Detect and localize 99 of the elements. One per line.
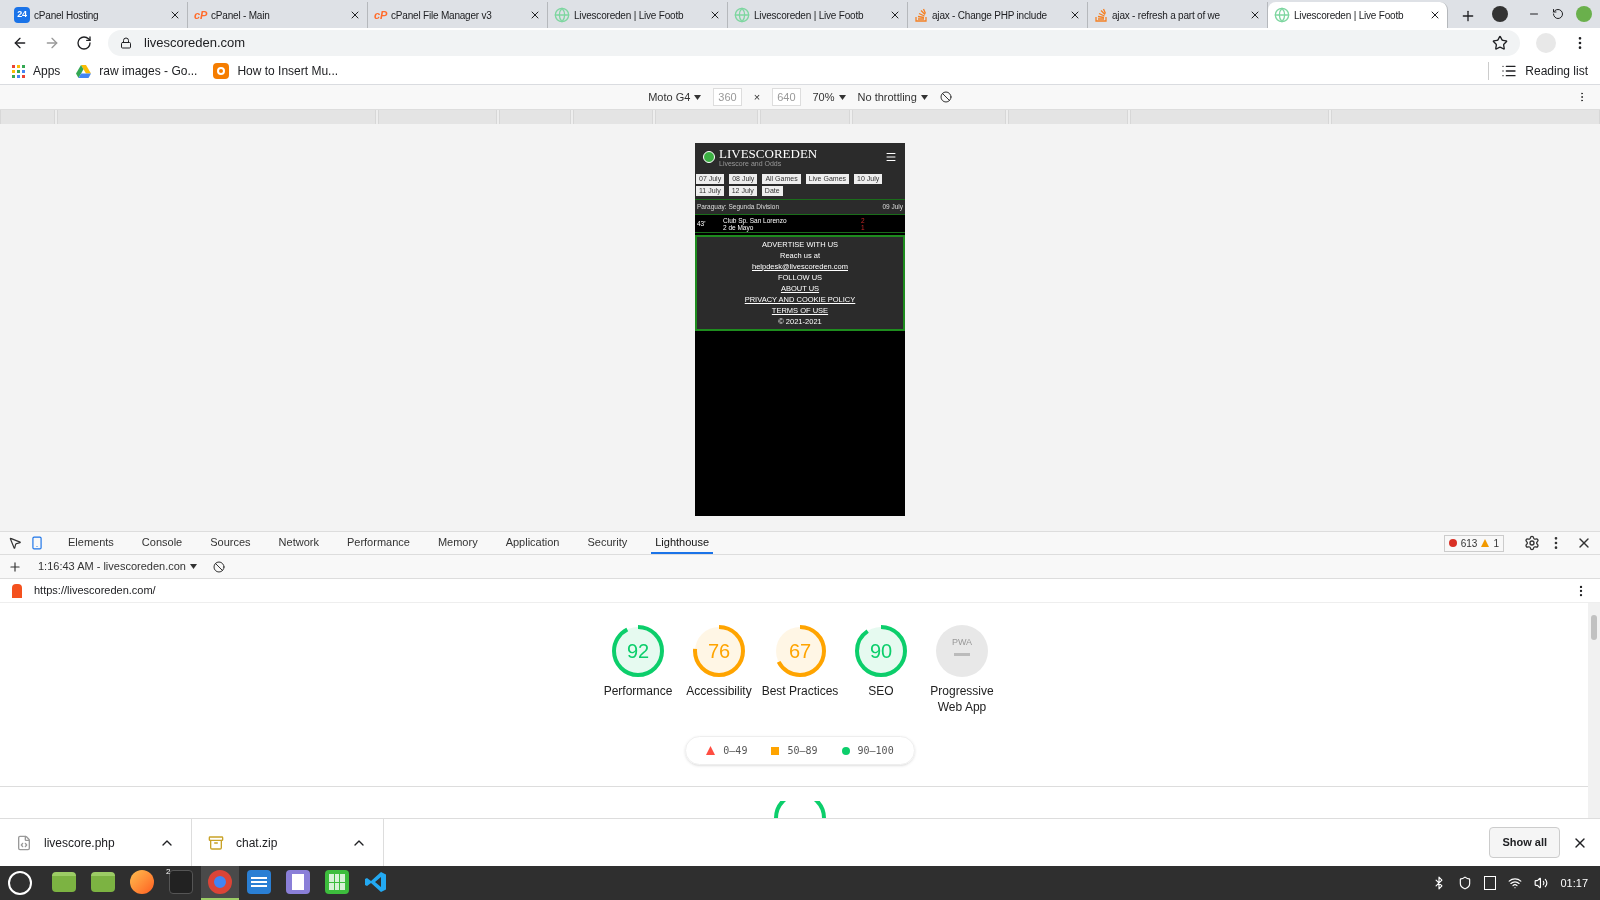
drive-icon <box>76 64 92 78</box>
category-label: Accessibility <box>686 683 752 699</box>
tab-title: Livescoreden | Live Footb <box>754 8 865 23</box>
close-icon[interactable] <box>1249 9 1261 21</box>
list-icon <box>1501 63 1518 79</box>
tab-title: ajax - refresh a part of we <box>1112 8 1221 23</box>
throttling-select[interactable]: No throttling <box>857 88 928 106</box>
reading-list-button[interactable]: Reading list <box>1488 62 1588 80</box>
report-select[interactable]: 1:16:43 AM - livescoreden.con <box>38 558 197 575</box>
device-icon[interactable] <box>30 536 44 550</box>
globe-icon <box>554 7 570 23</box>
close-icon[interactable] <box>889 9 901 21</box>
report-url: https://livescoreden.com/ <box>34 583 156 599</box>
error-icon <box>1448 539 1457 547</box>
devtools-tab[interactable]: Security <box>583 532 632 554</box>
warning-icon <box>1481 539 1490 547</box>
menu-icon[interactable] <box>885 151 897 163</box>
bookmark-item[interactable]: raw images - Go... <box>76 62 198 80</box>
issues-counter[interactable]: 613 1 <box>1443 534 1504 552</box>
forward-icon[interactable] <box>44 35 60 51</box>
blogger-icon <box>213 63 230 79</box>
legend-range: 90–100 <box>857 744 894 758</box>
devtools-tab[interactable]: Memory <box>433 532 482 554</box>
close-icon[interactable] <box>169 9 181 21</box>
warning-count: 1 <box>1493 536 1499 551</box>
gauge-arc-icon <box>773 801 827 818</box>
site-logo: LIVESCOREDEN <box>719 146 818 160</box>
globe-icon <box>734 7 750 23</box>
pwa-gauge: PWA <box>934 623 990 679</box>
caret-icon <box>190 564 197 569</box>
score-gauge: 76 <box>691 623 747 679</box>
tab-logo-icon: 24 <box>14 7 30 23</box>
score-gauge: 92 <box>610 623 666 679</box>
legend-range: 50–89 <box>787 744 818 758</box>
settings-icon[interactable] <box>1524 535 1540 551</box>
category-label: SEO <box>868 683 894 699</box>
volume-icon[interactable] <box>1534 876 1549 890</box>
address-field[interactable]: livescoreden.com <box>108 30 1520 56</box>
tab-logo-icon: cP <box>374 6 388 24</box>
add-icon[interactable] <box>8 559 22 574</box>
caret-icon <box>838 94 846 100</box>
category-label: Best Practices <box>761 683 839 699</box>
legend-range: 0–49 <box>723 744 748 758</box>
shield-icon[interactable] <box>1458 876 1473 890</box>
download-name: chat.zip <box>236 834 279 852</box>
category-label: Progressive Web App <box>929 683 995 715</box>
tab-title: cPanel File Manager v3 <box>391 8 493 23</box>
back-icon[interactable] <box>12 35 28 51</box>
zoom-select[interactable]: 70% <box>812 88 846 106</box>
stack-icon <box>1094 8 1108 22</box>
restore-icon[interactable] <box>1552 8 1564 20</box>
times-label: × <box>753 89 761 105</box>
start-menu-icon[interactable] <box>8 871 32 895</box>
window-count: 2 <box>166 866 171 878</box>
clock[interactable]: 01:17 <box>1560 874 1588 892</box>
devtools-tab[interactable]: Elements <box>64 532 118 554</box>
show-all-button[interactable]: Show all <box>1489 827 1560 858</box>
reload-icon[interactable] <box>76 35 92 51</box>
devtools-tab[interactable]: Application <box>501 532 564 554</box>
tab-logo-icon: cP <box>194 6 208 24</box>
tab-title: ajax - Change PHP include <box>932 8 1048 23</box>
caret-icon <box>694 94 702 100</box>
tab-title: Livescoreden | Live Footb <box>574 8 685 23</box>
inspect-icon[interactable] <box>8 536 22 550</box>
url-text: livescoreden.com <box>144 34 246 53</box>
close-icon[interactable] <box>1429 9 1441 21</box>
clear-icon[interactable] <box>213 560 225 573</box>
close-icon[interactable] <box>529 9 541 21</box>
score-gauge: 90 <box>853 623 909 679</box>
close-icon[interactable] <box>709 9 721 21</box>
devtools-tab[interactable]: Sources <box>206 532 255 554</box>
close-icon[interactable] <box>1069 9 1081 21</box>
scrollbar[interactable] <box>1588 603 1600 818</box>
devtools-tab[interactable]: Performance <box>342 532 414 554</box>
close-icon[interactable] <box>349 9 361 21</box>
lock-icon <box>120 37 132 49</box>
globe-icon <box>1274 7 1290 23</box>
archive-icon <box>208 834 224 851</box>
stack-icon <box>914 8 928 22</box>
bookmark-icon[interactable] <box>1492 35 1508 51</box>
tab-title: Livescoreden | Live Footb <box>1294 8 1405 23</box>
error-count: 613 <box>1460 536 1478 551</box>
caret-icon <box>920 94 928 100</box>
chrome-app-icon[interactable] <box>201 866 239 900</box>
apps-icon <box>12 64 25 78</box>
wifi-icon[interactable] <box>1508 876 1523 890</box>
new-tab-icon[interactable] <box>1460 8 1476 24</box>
rotate-icon[interactable] <box>939 91 952 103</box>
devtools-tab[interactable]: Network <box>274 532 323 554</box>
device-select[interactable]: Moto G4 <box>648 88 702 106</box>
bookmark-item[interactable]: How to Insert Mu... <box>213 62 339 80</box>
tab-title: cPanel - Main <box>211 8 271 23</box>
bookmark-item[interactable]: Apps <box>12 62 61 80</box>
tab-title: cPanel Hosting <box>34 8 100 23</box>
devtools-tab[interactable]: Console <box>137 532 187 554</box>
file-icon <box>16 834 32 851</box>
download-name: livescore.php <box>44 834 116 852</box>
browser-tab[interactable]: Livescoreden | Live Footb <box>1268 2 1448 28</box>
category-label: Performance <box>603 683 673 699</box>
